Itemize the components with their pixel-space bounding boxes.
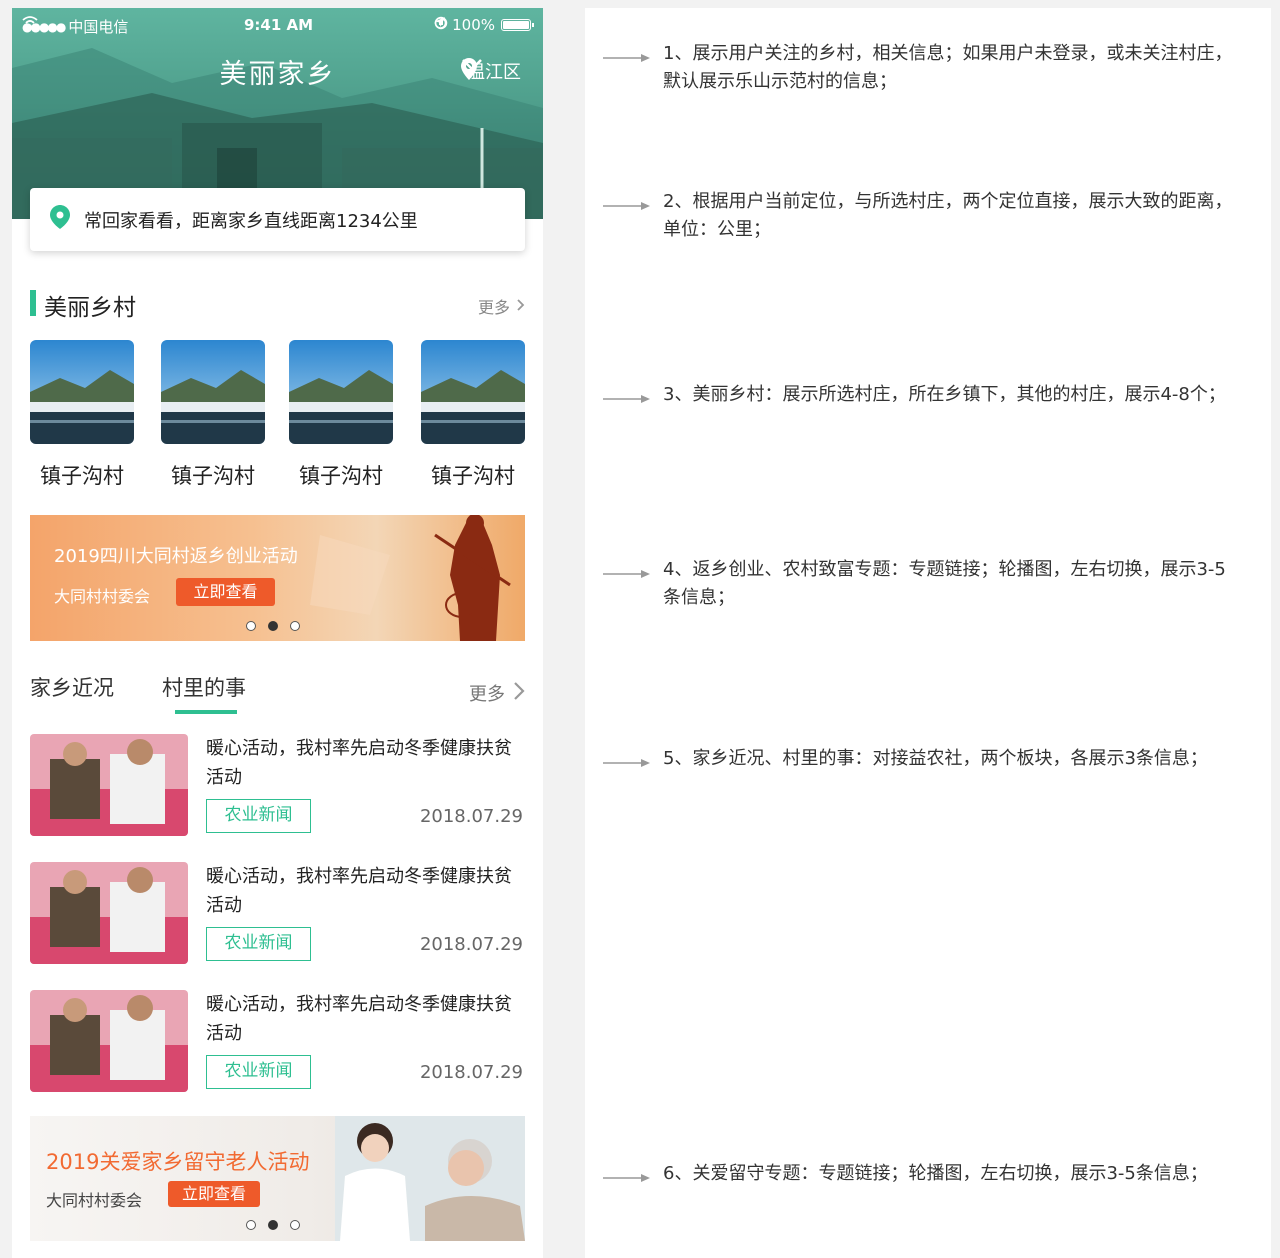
distance-text: 常回家看看，距离家乡直线距离1234公里 xyxy=(84,210,418,232)
more-news-link[interactable]: 更多 xyxy=(469,680,525,706)
news-date: 2018.07.29 xyxy=(419,1062,523,1083)
arrow-right-icon xyxy=(603,202,650,210)
news-category-tag: 农业新闻 xyxy=(206,1055,311,1089)
news-photo xyxy=(30,734,188,836)
banner-subtitle: 大同村村委会 xyxy=(54,587,151,606)
village-name: 镇子沟村 xyxy=(299,464,383,488)
status-bar: ●●●●● 中国电信 9:41 AM 100% xyxy=(12,8,543,44)
note-text: 2、根据用户当前定位，与所选村庄，两个定位直接，展示大致的距离，单位：公里； xyxy=(663,191,1233,240)
more-villages-link[interactable]: 更多 xyxy=(478,294,525,318)
more-label: 更多 xyxy=(469,684,505,705)
village-name: 镇子沟村 xyxy=(431,464,515,488)
entrepreneurship-banner[interactable]: 2019四川大同村返乡创业活动 大同村村委会 立即查看 xyxy=(30,515,525,641)
phone-screen: ●●●●● 中国电信 9:41 AM 100% 美丽家乡 温江区 常回家看看，距… xyxy=(12,8,543,1258)
beautiful-village-header: 美丽乡村 更多 xyxy=(30,288,525,321)
battery-percent: 100% xyxy=(452,16,495,34)
news-title: 暖心活动，我村率先启动冬季健康扶贫活动 xyxy=(206,994,512,1044)
news-item[interactable]: 暖心活动，我村率先启动冬季健康扶贫活动 农业新闻 2018.07.29 xyxy=(30,990,525,1094)
view-now-button[interactable]: 立即查看 xyxy=(168,1181,260,1207)
tab-village-affairs[interactable]: 村里的事 xyxy=(162,672,246,702)
more-label: 更多 xyxy=(477,298,510,317)
carousel-dot[interactable] xyxy=(246,1220,256,1230)
news-category-tag: 农业新闻 xyxy=(206,927,311,961)
carousel-indicator xyxy=(246,1220,300,1230)
carousel-dot[interactable] xyxy=(290,1220,300,1230)
section-title: 美丽乡村 xyxy=(44,295,136,321)
news-date: 2018.07.29 xyxy=(419,934,523,955)
news-item[interactable]: 暖心活动，我村率先启动冬季健康扶贫活动 农业新闻 2018.07.29 xyxy=(30,862,525,966)
news-photo xyxy=(30,862,188,964)
note-text: 1、展示用户关注的乡村，相关信息；如果用户未登录，或未关注村庄，默认展示乐山示范… xyxy=(663,43,1233,92)
carousel-dot-active[interactable] xyxy=(268,621,278,631)
active-tab-indicator xyxy=(175,710,237,714)
battery-icon xyxy=(501,19,534,31)
chevron-right-icon xyxy=(516,297,525,316)
news-category-tag: 农业新闻 xyxy=(206,799,311,833)
news-title: 暖心活动，我村率先启动冬季健康扶贫活动 xyxy=(206,866,512,916)
news-title: 暖心活动，我村率先启动冬季健康扶贫活动 xyxy=(206,738,512,788)
view-now-button[interactable]: 立即查看 xyxy=(176,578,275,606)
arrow-right-icon xyxy=(603,1174,650,1182)
arrow-right-icon xyxy=(603,395,650,403)
village-card[interactable]: 镇子沟村 xyxy=(421,340,525,490)
tab-hometown-news[interactable]: 家乡近况 xyxy=(30,672,114,702)
village-photo xyxy=(421,340,525,444)
clock: 9:41 AM xyxy=(244,16,314,34)
village-name: 镇子沟村 xyxy=(171,464,255,488)
note-text: 3、美丽乡村：展示所选村庄，所在乡镇下，其他的村庄，展示4-8个； xyxy=(663,384,1226,405)
carousel-indicator xyxy=(246,621,300,631)
news-photo xyxy=(30,990,188,1092)
village-photo xyxy=(30,340,134,444)
elderly-care-banner[interactable]: 2019关爱家乡留守老人活动 大同村村委会 立即查看 xyxy=(30,1116,525,1241)
news-tabs: 家乡近况 村里的事 更多 xyxy=(30,670,525,718)
annotation-panel: 1、展示用户关注的乡村，相关信息；如果用户未登录，或未关注村庄，默认展示乐山示范… xyxy=(585,8,1271,1258)
section-accent-bar xyxy=(30,290,36,316)
carousel-dot-active[interactable] xyxy=(268,1220,278,1230)
note-text: 5、家乡近况、村里的事：对接益农社，两个板块，各展示3条信息； xyxy=(663,748,1208,769)
banner-title: 2019四川大同村返乡创业活动 xyxy=(54,546,298,567)
village-photo xyxy=(161,340,265,444)
village-card[interactable]: 镇子沟村 xyxy=(161,340,265,490)
distance-card: 常回家看看，距离家乡直线距离1234公里 xyxy=(30,188,525,251)
village-card[interactable]: 镇子沟村 xyxy=(30,340,134,490)
village-photo xyxy=(289,340,393,444)
arrow-right-icon xyxy=(603,54,650,62)
note-text: 6、关爱留守专题：专题链接；轮播图，左右切换，展示3-5条信息； xyxy=(663,1163,1208,1184)
carrier-label: 中国电信 xyxy=(68,18,129,36)
banner-subtitle: 大同村村委会 xyxy=(46,1191,143,1210)
arrow-right-icon xyxy=(603,570,650,578)
village-list: 镇子沟村 镇子沟村 镇子沟村 镇子沟村 xyxy=(30,340,526,500)
banner-title: 2019关爱家乡留守老人活动 xyxy=(46,1150,310,1174)
village-card[interactable]: 镇子沟村 xyxy=(289,340,393,490)
carousel-dot[interactable] xyxy=(290,621,300,631)
arrow-right-icon xyxy=(603,759,650,767)
news-item[interactable]: 暖心活动，我村率先启动冬季健康扶贫活动 农业新闻 2018.07.29 xyxy=(30,734,525,838)
location-pin-icon xyxy=(50,205,70,234)
news-date: 2018.07.29 xyxy=(419,806,523,827)
note-text: 4、返乡创业、农村致富专题：专题链接；轮播图，左右切换，展示3-5条信息； xyxy=(663,559,1226,608)
chevron-right-icon xyxy=(513,681,525,706)
village-name: 镇子沟村 xyxy=(40,464,124,488)
location-selector[interactable]: 温江区 xyxy=(461,58,527,84)
carousel-dot[interactable] xyxy=(246,621,256,631)
